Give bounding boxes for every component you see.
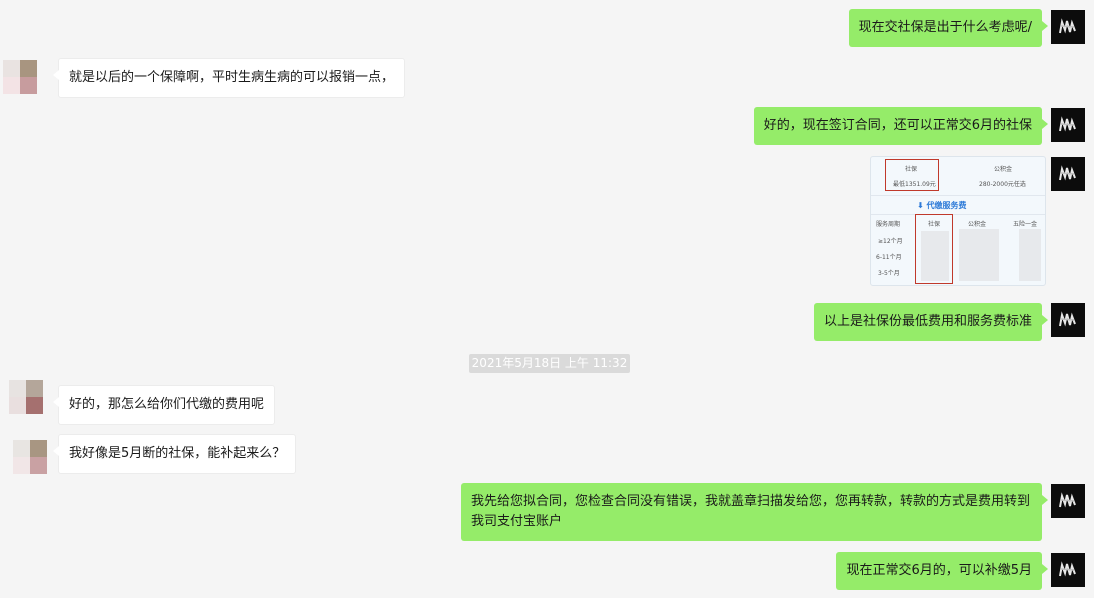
avatar-self[interactable] bbox=[1051, 303, 1085, 337]
avatar-pixel bbox=[30, 457, 47, 474]
avatar-image bbox=[1059, 165, 1076, 181]
avatar-contact[interactable] bbox=[3, 60, 37, 94]
avatar-pixel bbox=[26, 397, 43, 414]
message-bubble-received[interactable]: 我好像是5月断的社保，能补起来么？ bbox=[52, 434, 297, 474]
avatar-pixel bbox=[3, 77, 20, 94]
image-service-fee-text: 代缴服务费 bbox=[926, 201, 967, 210]
avatar-pixel bbox=[9, 397, 26, 414]
message-bubble-sent[interactable]: 我先给您拟合同，您检查合同没有错误，我就盖章扫描发给您，您再转款，转款的方式是费… bbox=[461, 483, 1048, 541]
avatar-self[interactable] bbox=[1051, 553, 1085, 587]
image-gongjijin-range: 280-2000元任选 bbox=[979, 181, 1026, 188]
avatar-image bbox=[1059, 18, 1076, 34]
image-service-fee-title: ⬇ 代缴服务费 bbox=[917, 200, 967, 211]
message-bubble-sent[interactable]: 现在正常交6月的，可以补缴5月 bbox=[836, 552, 1048, 590]
image-header-cell: 公积金 bbox=[968, 221, 987, 228]
avatar-self[interactable] bbox=[1051, 484, 1085, 518]
image-row-label: 3-5个月 bbox=[878, 270, 900, 277]
avatar-image bbox=[1059, 116, 1076, 132]
image-col-label-gongjijin: 公积金 bbox=[994, 166, 1013, 173]
avatar-contact[interactable] bbox=[13, 440, 47, 474]
image-header-cell: 五险一金 bbox=[1013, 221, 1038, 228]
image-blurred-value bbox=[959, 229, 999, 281]
image-highlight-box bbox=[885, 159, 939, 191]
avatar-pixel bbox=[3, 60, 20, 77]
avatar-self[interactable] bbox=[1051, 10, 1085, 44]
avatar-pixel bbox=[13, 440, 30, 457]
message-bubble-sent[interactable]: 好的，现在签订合同，还可以正常交6月的社保 bbox=[753, 107, 1049, 145]
avatar-pixel bbox=[26, 380, 43, 397]
chat-timestamp: 2021年5月18日 上午 11:32 bbox=[469, 354, 630, 373]
image-row-label: 6-11个月 bbox=[876, 254, 902, 261]
image-row-label: ≥12个月 bbox=[878, 238, 903, 245]
message-bubble-sent[interactable]: 现在交社保是出于什么考虑呢/ bbox=[848, 9, 1049, 47]
message-bubble-received[interactable]: 好的，那怎么给你们代缴的费用呢 bbox=[52, 385, 276, 425]
image-divider bbox=[871, 214, 1045, 215]
image-header-cell: 服务周期 bbox=[876, 221, 901, 228]
image-blurred-value bbox=[1019, 229, 1041, 281]
message-bubble-sent[interactable]: 以上是社保份最低费用和服务费标准 bbox=[813, 303, 1049, 341]
image-blurred-value bbox=[921, 231, 949, 281]
avatar-pixel bbox=[20, 77, 37, 94]
avatar-self[interactable] bbox=[1051, 108, 1085, 142]
avatar-pixel bbox=[30, 440, 47, 457]
avatar-self[interactable] bbox=[1051, 157, 1085, 191]
avatar-image bbox=[1059, 311, 1076, 327]
image-divider bbox=[871, 195, 1045, 196]
avatar-pixel bbox=[9, 380, 26, 397]
avatar-image bbox=[1059, 492, 1076, 508]
avatar-pixel bbox=[13, 457, 30, 474]
image-service-fee-icon: ⬇ bbox=[917, 201, 927, 210]
avatar-contact[interactable] bbox=[9, 380, 43, 414]
message-bubble-received[interactable]: 就是以后的一个保障啊，平时生病生病的可以报销一点， bbox=[52, 58, 406, 98]
image-message[interactable]: 社保 公积金 最低1351.09元 280-2000元任选 ⬇ 代缴服务费 服务… bbox=[870, 156, 1046, 286]
avatar-pixel bbox=[20, 60, 37, 77]
avatar-image bbox=[1059, 561, 1076, 577]
